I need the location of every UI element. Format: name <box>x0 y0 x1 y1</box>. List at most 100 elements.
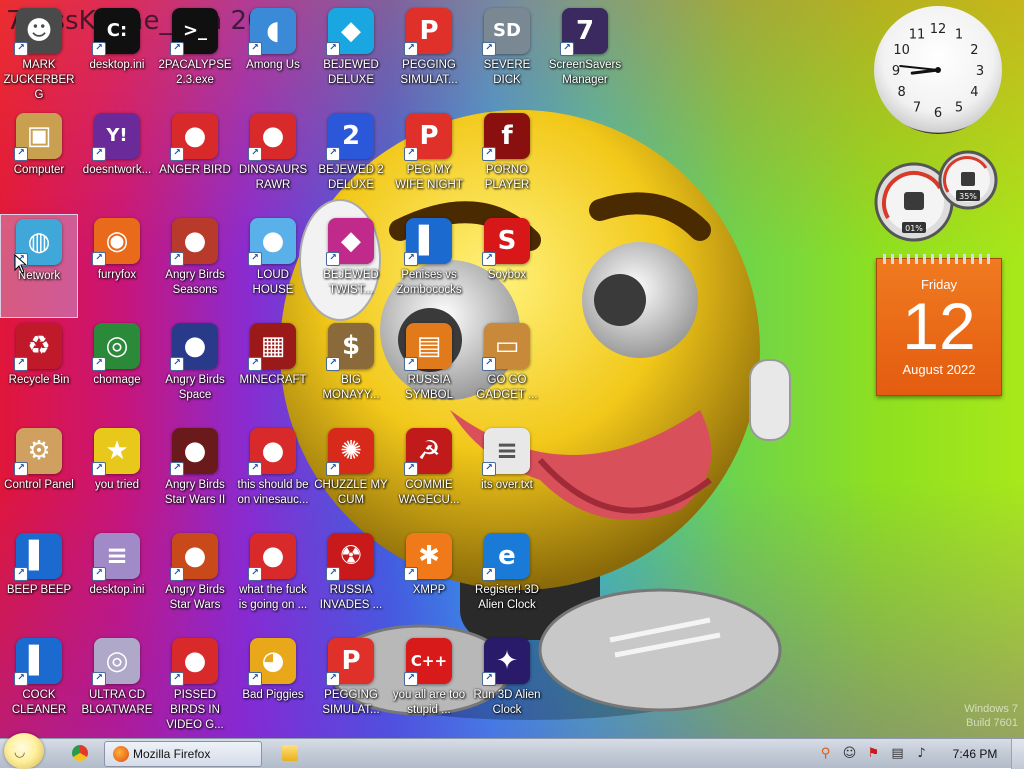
clock-time[interactable]: 7:46 PM <box>950 739 1000 769</box>
desktop-icon[interactable]: ✱ ↗ XMPP <box>390 529 468 633</box>
computer-icon: ▣ ↗ <box>14 113 62 161</box>
desktop-icon[interactable]: ⚙ ↗ Control Panel <box>0 424 78 528</box>
desktop-icon-label: Angry Birds Star Wars II <box>164 479 226 506</box>
clock-gadget[interactable]: 12 1 2 3 4 5 6 7 8 9 10 11 <box>874 6 1002 134</box>
action-center-flag-icon[interactable]: ⚑ <box>866 746 881 761</box>
desktop-icon[interactable]: ▤ ↗ RUSSIA SYMBOL <box>390 319 468 423</box>
watermark-line1: Windows 7 <box>964 703 1018 715</box>
desktop-icon[interactable]: ● ↗ Angry Birds Space <box>156 319 234 423</box>
taskbar-chrome-button[interactable] <box>64 741 96 767</box>
desktop-icon-label: RUSSIA SYMBOL <box>405 374 453 401</box>
desktop-icon[interactable]: P ↗ PEG MY WIFE NIGHT <box>390 109 468 213</box>
desktop-icon[interactable]: ◉ ↗ furryfox <box>78 214 156 318</box>
desktop-icon[interactable]: ▦ ↗ MINECRAFT <box>234 319 312 423</box>
shortcut-arrow-icon: ↗ <box>92 357 106 371</box>
shortcut-arrow-icon: ↗ <box>404 672 418 686</box>
desktop-icon[interactable]: ✺ ↗ CHUZZLE MY CUM <box>312 424 390 528</box>
desktop-icon[interactable]: ◎ ↗ chomage <box>78 319 156 423</box>
desktop-icon[interactable]: ● ↗ PISSED BIRDS IN VIDEO G... <box>156 634 234 738</box>
desktop-icon[interactable]: S ↗ Soybox <box>468 214 546 318</box>
desktop-icon[interactable]: ▣ ↗ Computer <box>0 109 78 213</box>
shortcut-arrow-icon: ↗ <box>14 147 28 161</box>
desktop-icon[interactable]: ▌ ↗ COCK CLEANER <box>0 634 78 738</box>
taskbar-explorer-button[interactable] <box>274 741 306 767</box>
desktop-icon[interactable]: ◖ ↗ Among Us <box>234 4 312 108</box>
desktop-icon[interactable]: ♻ ↗ Recycle Bin <box>0 319 78 423</box>
desktop-icon[interactable]: ● ↗ Angry Birds Seasons <box>156 214 234 318</box>
desktop-icon[interactable]: ≡ ↗ its over.txt <box>468 424 546 528</box>
shortcut-arrow-icon: ↗ <box>170 42 184 56</box>
desktop-icon[interactable]: ▭ ↗ GO GO GADGET ... <box>468 319 546 423</box>
desktop-icon[interactable]: Y! ↗ doesntwork... <box>78 109 156 213</box>
angry-bird-icon: ● ↗ <box>170 638 218 686</box>
desktop-icon[interactable]: ● ↗ Angry Birds Star Wars II <box>156 424 234 528</box>
desktop-icon-label: RUSSIA INVADES ... <box>319 584 383 611</box>
smiley-tray-icon[interactable]: ☺ <box>842 746 857 761</box>
desktop-icon[interactable]: ✦ ↗ Run 3D Alien Clock <box>468 634 546 738</box>
desktop-icon[interactable]: ◕ ↗ Bad Piggies <box>234 634 312 738</box>
start-button[interactable]: ◡ <box>4 733 44 769</box>
calendar-gadget[interactable]: Friday 12 August 2022 <box>876 254 1002 396</box>
cpu-meter-gadget[interactable]: 01% 35% <box>874 148 1002 244</box>
text-file-icon: ≡ ↗ <box>482 428 530 476</box>
desktop-icon[interactable]: ● ↗ LOUD HOUSE <box>234 214 312 318</box>
clock-numeral: 11 <box>909 28 926 43</box>
desktop-icon[interactable]: P ↗ PEGGING SIMULAT... <box>312 634 390 738</box>
shortcut-arrow-icon: ↗ <box>482 147 496 161</box>
desktop-icon-label: chomage <box>93 374 141 386</box>
desktop-icon[interactable]: ≡ ↗ desktop.ini <box>78 529 156 633</box>
desktop-icon[interactable]: $ ↗ BIG MONAYY... <box>312 319 390 423</box>
desktop-icon[interactable]: >_ ↗ 2PACALYPSE 2.3.exe <box>156 4 234 108</box>
shortcut-arrow-icon: ↗ <box>14 462 28 476</box>
desktop-icon[interactable]: ● ↗ what the fuck is going on ... <box>234 529 312 633</box>
shortcut-arrow-icon: ↗ <box>326 567 340 581</box>
angry-bird-icon: ● ↗ <box>170 428 218 476</box>
desktop-icon[interactable]: ◆ ↗ BEJEWED TWIST... <box>312 214 390 318</box>
desktop-icon[interactable]: e ↗ Register! 3D Alien Clock <box>468 529 546 633</box>
smiley-start-icon: ◡ <box>14 745 26 760</box>
blue-book-icon: ▌ ↗ <box>404 218 452 266</box>
desktop-icon[interactable]: ◍ ↗ Network <box>0 214 78 318</box>
desktop-icon-label: PEG MY WIFE NIGHT <box>395 164 463 191</box>
shortcut-arrow-icon: ↗ <box>92 672 106 686</box>
show-desktop-button[interactable] <box>1011 739 1024 769</box>
desktop-icon[interactable]: 2 ↗ BEJEWED 2 DELUXE <box>312 109 390 213</box>
taskbar-firefox-button[interactable]: Mozilla Firefox <box>104 741 262 767</box>
desktop-icon[interactable]: SD ↗ SEVERE DICK <box>468 4 546 108</box>
desktop-icon[interactable]: 7 ↗ ScreenSavers Manager <box>546 4 624 108</box>
shortcut-arrow-icon: ↗ <box>482 672 496 686</box>
network-tray-icon[interactable]: ▤ <box>890 746 905 761</box>
shortcut-arrow-icon: ↗ <box>92 462 106 476</box>
shortcut-arrow-icon: ↗ <box>170 567 184 581</box>
search-icon[interactable]: ⚲ <box>818 746 833 761</box>
shortcut-arrow-icon: ↗ <box>92 567 106 581</box>
desktop-icon[interactable]: ● ↗ DINOSAURS RAWR <box>234 109 312 213</box>
desktop-icon[interactable]: f ↗ PORNO PLAYER <box>468 109 546 213</box>
desktop-icon-label: Control Panel <box>4 479 74 491</box>
desktop-icon[interactable]: ● ↗ Angry Birds Star Wars <box>156 529 234 633</box>
shortcut-arrow-icon: ↗ <box>404 357 418 371</box>
desktop-icon[interactable]: C: ↗ desktop.ini <box>78 4 156 108</box>
desktop-icon[interactable]: ● ↗ ANGER BIRD <box>156 109 234 213</box>
desktop-icon[interactable]: ☭ ↗ COMMIE WAGECU... <box>390 424 468 528</box>
briefcase-icon: ▭ ↗ <box>482 323 530 371</box>
folder-icon <box>282 745 298 761</box>
desktop-icon[interactable]: ◎ ↗ ULTRA CD BLOATWARE <box>78 634 156 738</box>
desktop-icon[interactable]: ▌ ↗ BEEP BEEP <box>0 529 78 633</box>
desktop[interactable]: 7_ossKanae_tion 2012 ☻ ↗ MARK ZUCKERBERG… <box>0 0 1024 738</box>
desktop-icon[interactable]: C++ ↗ you all are too stupid ... <box>390 634 468 738</box>
shortcut-arrow-icon: ↗ <box>326 42 340 56</box>
desktop-icon[interactable]: ◆ ↗ BEJEWED DELUXE <box>312 4 390 108</box>
desktop-icon[interactable]: P ↗ PEGGING SIMULAT... <box>390 4 468 108</box>
shortcut-arrow-icon: ↗ <box>170 672 184 686</box>
desktop-icon-label: 2PACALYPSE 2.3.exe <box>158 59 232 86</box>
volume-icon[interactable]: ♪ <box>914 746 929 761</box>
calendar-day: 12 <box>902 289 976 363</box>
desktop-icon[interactable]: ☻ ↗ MARK ZUCKERBERG <box>0 4 78 108</box>
desktop-icon[interactable]: ★ ↗ you tried <box>78 424 156 528</box>
desktop-icon[interactable]: ● ↗ this should be on vinesauc... <box>234 424 312 528</box>
desktop-icon[interactable]: ▌ ↗ Penises vs Zombococks <box>390 214 468 318</box>
screensaver-icon: 7 ↗ <box>560 8 608 56</box>
angry-bird-icon: ● ↗ <box>248 428 296 476</box>
desktop-icon[interactable]: ☢ ↗ RUSSIA INVADES ... <box>312 529 390 633</box>
